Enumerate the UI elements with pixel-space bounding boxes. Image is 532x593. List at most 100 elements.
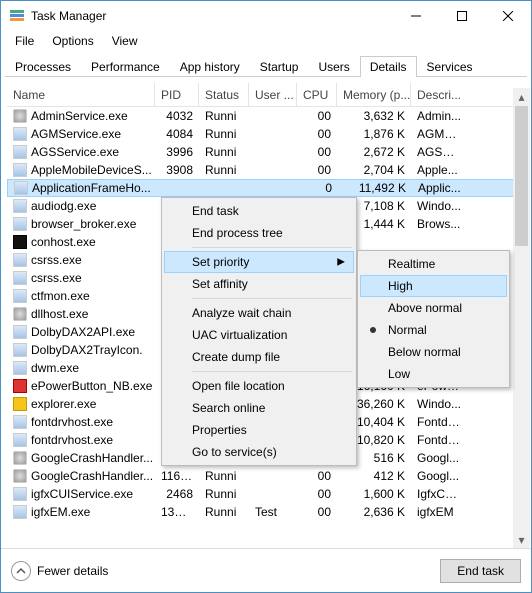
process-desc: Fontdr... <box>411 415 467 429</box>
scroll-down-icon[interactable]: ▾ <box>513 531 530 548</box>
process-name: csrss.exe <box>31 271 82 285</box>
ctx-go-to-services[interactable]: Go to service(s) <box>164 441 354 463</box>
menu-file[interactable]: File <box>7 32 42 50</box>
process-icon <box>13 145 27 159</box>
col-memory[interactable]: Memory (p... <box>337 83 411 106</box>
process-desc: AGSSe... <box>411 145 467 159</box>
menu-options[interactable]: Options <box>44 32 101 50</box>
process-name: DolbyDAX2TrayIcon. <box>31 343 143 357</box>
process-icon <box>13 271 27 285</box>
process-user: Test <box>249 505 297 519</box>
ctx-end-task[interactable]: End task <box>164 200 354 222</box>
scrollbar[interactable]: ▴ ▾ <box>513 88 530 548</box>
tab-performance[interactable]: Performance <box>81 56 170 77</box>
process-icon <box>13 415 27 429</box>
col-pid[interactable]: PID <box>155 83 199 106</box>
ctx-properties[interactable]: Properties <box>164 419 354 441</box>
footer: Fewer details End task <box>1 548 531 592</box>
tab-details[interactable]: Details <box>360 56 417 77</box>
tab-users[interactable]: Users <box>308 56 359 77</box>
tab-services[interactable]: Services <box>417 56 483 77</box>
col-user[interactable]: User ... <box>249 83 297 106</box>
maximize-button[interactable] <box>439 1 485 31</box>
tab-strip: Processes Performance App history Startu… <box>5 55 527 77</box>
process-memory: 2,672 K <box>337 145 411 159</box>
ctx-set-priority[interactable]: Set priority▶ <box>164 251 354 273</box>
process-status: Runni <box>199 469 249 483</box>
process-desc: IgfxCU... <box>411 487 467 501</box>
scroll-up-icon[interactable]: ▴ <box>513 88 530 105</box>
table-row[interactable]: AGSService.exe3996Runni002,672 KAGSSe... <box>7 143 517 161</box>
process-name: AGSService.exe <box>31 145 119 159</box>
process-desc: Windo... <box>411 397 467 411</box>
process-pid: 2468 <box>155 487 199 501</box>
table-row[interactable]: AdminService.exe4032Runni003,632 KAdmin.… <box>7 107 517 125</box>
separator <box>192 371 352 372</box>
ctx-create-dump-file[interactable]: Create dump file <box>164 346 354 368</box>
process-status: Runni <box>199 127 249 141</box>
process-status: Runni <box>199 487 249 501</box>
process-desc: Admin... <box>411 109 467 123</box>
table-row[interactable]: igfxEM.exe13104RunniTest002,636 KigfxEM <box>7 503 517 521</box>
priority-above-normal[interactable]: Above normal <box>360 297 507 319</box>
table-row[interactable]: igfxCUIService.exe2468Runni001,600 KIgfx… <box>7 485 517 503</box>
process-cpu: 00 <box>297 145 337 159</box>
process-name: GoogleCrashHandler... <box>31 451 153 465</box>
process-pid: 4084 <box>155 127 199 141</box>
process-name: AGMService.exe <box>31 127 121 141</box>
priority-normal[interactable]: Normal <box>360 319 507 341</box>
process-name: dllhost.exe <box>31 307 88 321</box>
process-cpu: 00 <box>297 127 337 141</box>
ctx-search-online[interactable]: Search online <box>164 397 354 419</box>
process-name: DolbyDAX2API.exe <box>31 325 135 339</box>
process-desc: Applic... <box>412 181 468 195</box>
process-icon <box>13 433 27 447</box>
process-status: Runni <box>199 109 249 123</box>
process-name: ePowerButton_NB.exe <box>31 379 152 393</box>
ctx-end-process-tree[interactable]: End process tree <box>164 222 354 244</box>
table-row[interactable]: GoogleCrashHandler...11616Runni00412 KGo… <box>7 467 517 485</box>
menu-view[interactable]: View <box>104 32 146 50</box>
col-status[interactable]: Status <box>199 83 249 106</box>
tab-apphistory[interactable]: App history <box>170 56 250 77</box>
table-row[interactable]: AGMService.exe4084Runni001,876 KAGMS... <box>7 125 517 143</box>
process-status: Runni <box>199 145 249 159</box>
scroll-thumb[interactable] <box>515 106 528 246</box>
table-row[interactable]: ApplicationFrameHo...011,492 KApplic... <box>7 179 517 197</box>
process-desc: Fontdr... <box>411 433 467 447</box>
col-desc[interactable]: Descri... <box>411 83 467 106</box>
process-icon <box>13 343 27 357</box>
process-name: igfxEM.exe <box>31 505 90 519</box>
ctx-set-affinity[interactable]: Set affinity <box>164 273 354 295</box>
process-memory: 1,876 K <box>337 127 411 141</box>
col-cpu[interactable]: CPU <box>297 83 337 106</box>
process-icon <box>13 109 27 123</box>
ctx-open-file-location[interactable]: Open file location <box>164 375 354 397</box>
process-cpu: 00 <box>297 505 337 519</box>
process-icon <box>13 307 27 321</box>
tab-startup[interactable]: Startup <box>250 56 309 77</box>
ctx-analyze-wait-chain[interactable]: Analyze wait chain <box>164 302 354 324</box>
tab-processes[interactable]: Processes <box>5 56 81 77</box>
ctx-uac-virtualization[interactable]: UAC virtualization <box>164 324 354 346</box>
priority-low[interactable]: Low <box>360 363 507 385</box>
minimize-button[interactable] <box>393 1 439 31</box>
process-name: AdminService.exe <box>31 109 128 123</box>
priority-high[interactable]: High <box>360 275 507 297</box>
process-cpu: 00 <box>297 109 337 123</box>
process-icon <box>13 451 27 465</box>
fewer-details-button[interactable]: Fewer details <box>11 561 440 581</box>
priority-realtime[interactable]: Realtime <box>360 253 507 275</box>
end-task-button[interactable]: End task <box>440 559 521 583</box>
table-row[interactable]: AppleMobileDeviceS...3908Runni002,704 KA… <box>7 161 517 179</box>
process-desc: Googl... <box>411 451 467 465</box>
process-name: ctfmon.exe <box>31 289 90 303</box>
separator <box>192 247 352 248</box>
process-memory: 2,704 K <box>337 163 411 177</box>
process-icon <box>13 217 27 231</box>
close-button[interactable] <box>485 1 531 31</box>
priority-below-normal[interactable]: Below normal <box>360 341 507 363</box>
process-status: Runni <box>199 505 249 519</box>
col-name[interactable]: Name <box>7 83 155 106</box>
process-icon <box>13 505 27 519</box>
